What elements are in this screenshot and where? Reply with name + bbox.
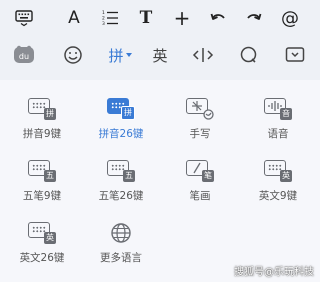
- keyboard-collapse-icon[interactable]: [280, 41, 310, 69]
- layout-pinyin-26[interactable]: 拼 拼音26键: [89, 96, 153, 152]
- layout-english-26[interactable]: 英 英文26键: [10, 220, 74, 276]
- layout-handwriting[interactable]: 手写: [168, 96, 232, 152]
- layout-stroke[interactable]: 笔 笔画: [168, 158, 232, 214]
- globe-icon: [111, 223, 131, 243]
- layout-more-languages[interactable]: 更多语言: [89, 220, 153, 276]
- svg-text:du: du: [19, 52, 29, 61]
- numbered-list-icon[interactable]: 123: [96, 4, 124, 32]
- keyboard-9-key-icon: 拼: [28, 98, 56, 120]
- svg-text:1: 1: [102, 10, 105, 16]
- search-icon[interactable]: [234, 41, 264, 69]
- keyboard-hide-icon[interactable]: [10, 4, 38, 32]
- layout-english-9[interactable]: 英 英文9键: [246, 158, 310, 214]
- tab-english[interactable]: 英: [148, 41, 172, 69]
- tab-pinyin[interactable]: 拼: [104, 41, 136, 69]
- stroke-icon: 笔: [186, 160, 214, 182]
- dropdown-arrow-icon: [125, 53, 132, 57]
- keyboard-layout-panel: 拼 拼音9键 拼 拼音26键 手写 音 语音 五 五笔9键 五 五笔26键 笔 …: [0, 80, 320, 282]
- svg-text:2: 2: [102, 16, 105, 22]
- at-sign-icon[interactable]: @: [276, 4, 304, 32]
- keyboard-26-key-icon: 五: [107, 160, 135, 182]
- handwriting-icon: [186, 98, 214, 120]
- keyboard-26-key-icon: 英: [28, 222, 56, 244]
- layout-voice[interactable]: 音 语音: [246, 96, 310, 152]
- text-format-icon[interactable]: T: [132, 4, 160, 32]
- watermark: 搜狐号@乐玩科技: [234, 267, 314, 278]
- keyboard-26-key-icon: 拼: [107, 98, 135, 120]
- font-a-icon[interactable]: A: [60, 4, 88, 32]
- voice-icon: 音: [264, 98, 292, 120]
- layout-wubi-26[interactable]: 五 五笔26键: [89, 158, 153, 214]
- keyboard-9-key-icon: 五: [28, 160, 56, 182]
- layout-pinyin-9[interactable]: 拼 拼音9键: [10, 96, 74, 152]
- input-mode-tabbar: du 拼 英: [0, 36, 320, 74]
- undo-icon[interactable]: [204, 4, 232, 32]
- emoji-icon[interactable]: [58, 41, 88, 69]
- top-toolbar: A 123 T + @: [0, 0, 320, 36]
- baidu-logo-icon[interactable]: du: [10, 41, 38, 69]
- cursor-move-icon[interactable]: [188, 41, 218, 69]
- svg-text:3: 3: [102, 21, 105, 27]
- keyboard-9-key-icon: 英: [264, 160, 292, 182]
- tab-pinyin-label: 拼: [108, 46, 124, 65]
- layout-wubi-9[interactable]: 五 五笔9键: [10, 158, 74, 214]
- plus-icon[interactable]: +: [168, 4, 196, 32]
- redo-icon[interactable]: [240, 4, 268, 32]
